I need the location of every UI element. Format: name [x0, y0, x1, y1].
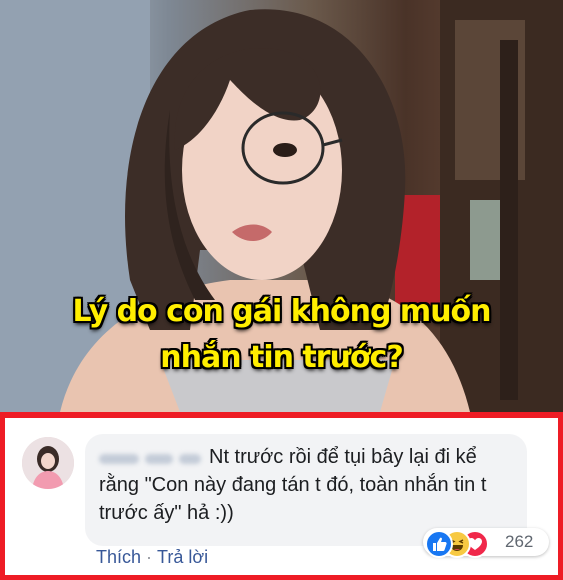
like-icon — [425, 530, 453, 558]
reaction-count: 262 — [505, 532, 534, 551]
comment-text: Nt trước rồi để tụi bây lại đi kể rằng "… — [99, 446, 487, 524]
reply-link[interactable]: Trả lời — [157, 547, 208, 568]
like-link[interactable]: Thích — [96, 547, 141, 568]
avatar-photo-icon — [22, 437, 74, 489]
comment-highlight-frame: Nt trước rồi để tụi bây lại đi kể rằng "… — [0, 412, 563, 580]
reactions-summary[interactable]: 262 — [423, 528, 549, 558]
avatar[interactable] — [22, 437, 74, 489]
action-separator: · — [146, 547, 153, 567]
comment-actions: Thích · Trả lời — [96, 547, 208, 568]
meme-photo: Lý do con gái không muốn nhắn tin trước? — [0, 0, 563, 412]
meme-caption-line1: Lý do con gái không muốn — [72, 294, 491, 329]
meme-caption-line2: nhắn tin trước? — [160, 340, 403, 375]
